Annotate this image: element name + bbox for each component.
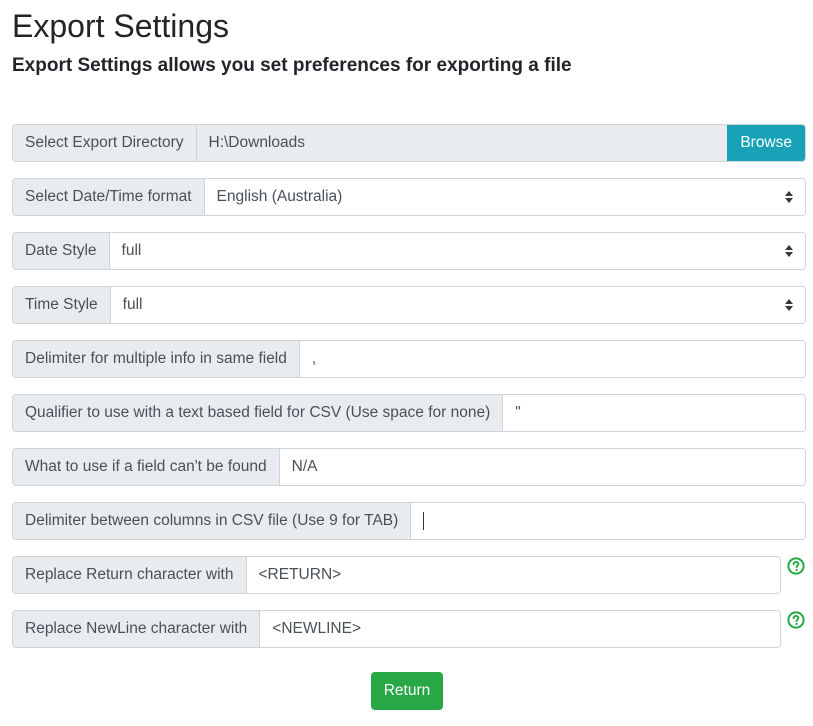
delimiter-multi-input[interactable]: , [300, 341, 805, 377]
time-style-select[interactable]: full [111, 287, 805, 323]
question-circle-icon[interactable] [787, 611, 805, 629]
replace-newline-row: Replace NewLine character with <NEWLINE> [12, 610, 781, 648]
delimiter-columns-group: Delimiter between columns in CSV file (U… [12, 502, 806, 540]
date-style-group: Date Style full [12, 232, 806, 270]
time-style-label: Time Style [13, 287, 111, 323]
replace-return-input[interactable]: <RETURN> [247, 557, 781, 593]
delimiter-columns-input[interactable] [411, 503, 805, 539]
datetime-format-label: Select Date/Time format [13, 179, 205, 215]
export-directory-input[interactable]: H:\Downloads [196, 125, 728, 161]
delimiter-multi-group: Delimiter for multiple info in same fiel… [12, 340, 806, 378]
time-style-value: full [122, 296, 143, 313]
field-missing-group: What to use if a field can't be found N/… [12, 448, 806, 486]
date-style-value: full [121, 242, 142, 259]
page-subtitle: Export Settings allows you set preferenc… [12, 55, 572, 76]
qualifier-label: Qualifier to use with a text based field… [13, 395, 504, 431]
replace-return-label: Replace Return character with [13, 557, 247, 593]
replace-newline-group: Replace NewLine character with <NEWLINE> [12, 610, 781, 648]
replace-return-group: Replace Return character with <RETURN> [12, 556, 781, 594]
delimiter-multi-label: Delimiter for multiple info in same fiel… [13, 341, 300, 377]
delimiter-columns-row: Delimiter between columns in CSV file (U… [12, 502, 806, 540]
replace-newline-input[interactable]: <NEWLINE> [260, 611, 780, 647]
date-style-row: Date Style full [12, 232, 806, 270]
return-button[interactable]: Return [371, 672, 443, 710]
replace-newline-label: Replace NewLine character with [13, 611, 261, 647]
export-directory-group: Select Export Directory H:\Downloads Bro… [12, 124, 806, 162]
text-cursor [423, 512, 425, 530]
select-arrows-icon [785, 245, 793, 257]
datetime-format-row: Select Date/Time format English (Austral… [12, 178, 806, 216]
delimiter-columns-label: Delimiter between columns in CSV file (U… [13, 503, 412, 539]
field-missing-row: What to use if a field can't be found N/… [12, 448, 806, 486]
replace-return-row: Replace Return character with <RETURN> [12, 556, 781, 594]
qualifier-row: Qualifier to use with a text based field… [12, 394, 806, 432]
datetime-format-select[interactable]: English (Australia) [205, 179, 805, 215]
time-style-group: Time Style full [12, 286, 806, 324]
date-style-label: Date Style [13, 233, 110, 269]
browse-button[interactable]: Browse [727, 125, 805, 161]
field-missing-input[interactable]: N/A [280, 449, 805, 485]
time-style-row: Time Style full [12, 286, 806, 324]
question-circle-icon[interactable] [787, 557, 805, 575]
export-directory-row: Select Export Directory H:\Downloads Bro… [12, 124, 806, 162]
select-arrows-icon [785, 299, 793, 311]
datetime-format-group: Select Date/Time format English (Austral… [12, 178, 806, 216]
qualifier-group: Qualifier to use with a text based field… [12, 394, 806, 432]
qualifier-input[interactable]: " [503, 395, 805, 431]
delimiter-multi-row: Delimiter for multiple info in same fiel… [12, 340, 806, 378]
select-arrows-icon [785, 191, 793, 203]
export-directory-label: Select Export Directory [13, 125, 197, 161]
page-title: Export Settings [12, 8, 229, 44]
field-missing-label: What to use if a field can't be found [13, 449, 280, 485]
datetime-format-value: English (Australia) [216, 188, 343, 205]
date-style-select[interactable]: full [110, 233, 805, 269]
